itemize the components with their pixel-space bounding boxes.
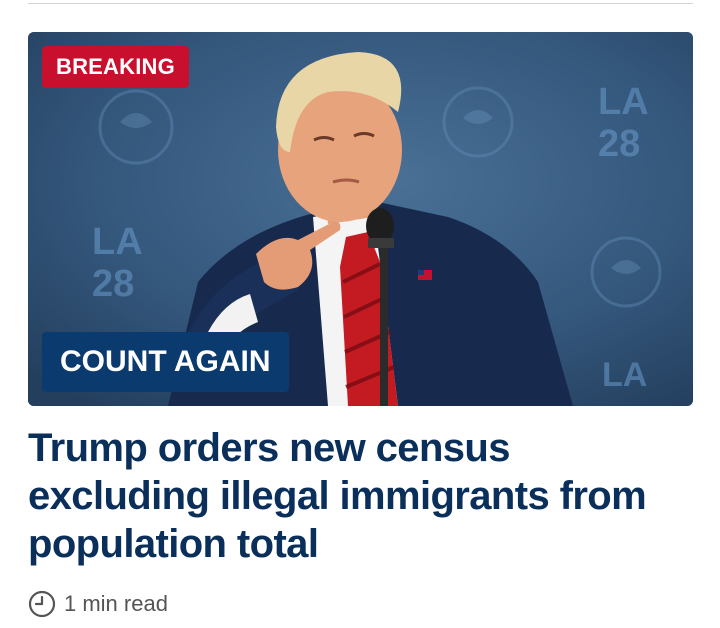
svg-text:28: 28 [598, 123, 640, 165]
article-card-page: LA 28 LA 28 LA BREAKING COUNT AGAIN Trum… [0, 0, 720, 628]
clock-icon [28, 590, 56, 618]
breaking-badge: BREAKING [42, 46, 189, 88]
svg-text:28: 28 [92, 263, 134, 305]
read-time-text: 1 min read [64, 591, 168, 616]
top-divider [28, 3, 693, 4]
article-headline[interactable]: Trump orders new census excluding illega… [28, 424, 693, 568]
kicker-label: COUNT AGAIN [42, 332, 289, 392]
svg-text:LA: LA [598, 81, 649, 123]
hero-image[interactable]: LA 28 LA 28 LA BREAKING COUNT AGAIN [28, 32, 693, 406]
svg-text:LA: LA [92, 221, 143, 263]
svg-text:LA: LA [602, 356, 647, 394]
read-time-meta: 1 min read [28, 588, 168, 620]
